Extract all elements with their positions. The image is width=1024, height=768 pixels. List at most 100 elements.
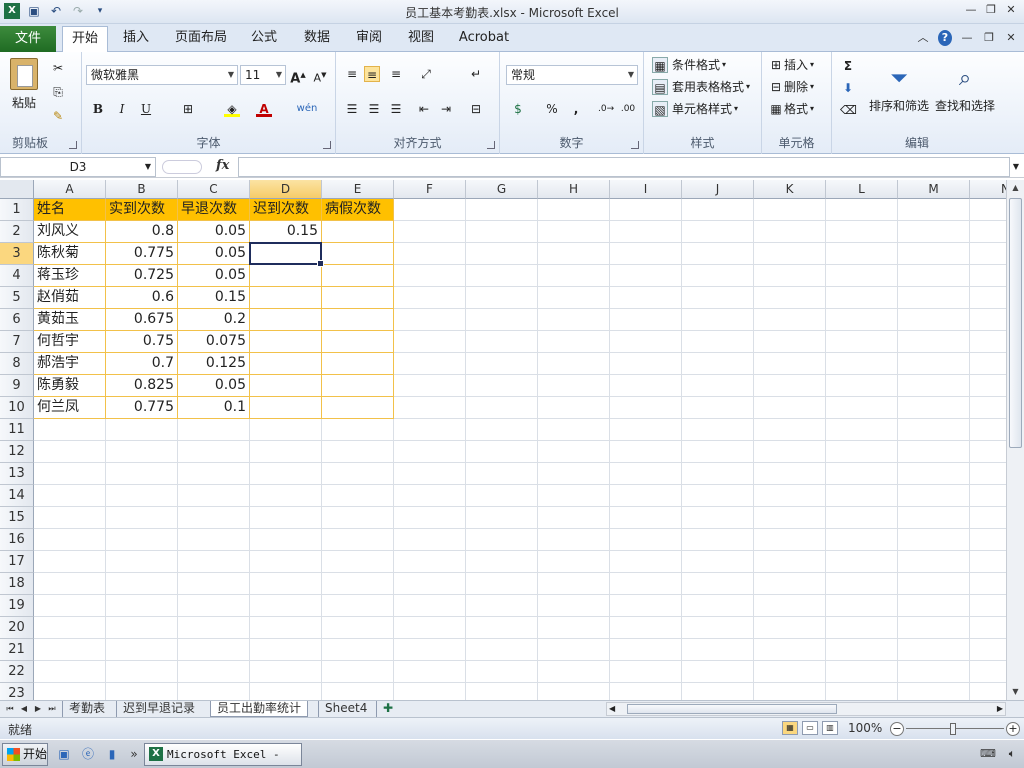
cell-K11[interactable] bbox=[754, 419, 826, 441]
page-break-view-icon[interactable]: ▥ bbox=[822, 721, 838, 735]
cell-L15[interactable] bbox=[826, 507, 898, 529]
cell-J19[interactable] bbox=[682, 595, 754, 617]
cell-C5[interactable]: 0.15 bbox=[178, 287, 250, 309]
column-header[interactable]: M bbox=[898, 180, 970, 199]
cell-G6[interactable] bbox=[466, 309, 538, 331]
row-header[interactable]: 19 bbox=[0, 595, 34, 617]
cell-L21[interactable] bbox=[826, 639, 898, 661]
cell-E4[interactable] bbox=[322, 265, 394, 287]
workbook-restore-icon[interactable]: ❐ bbox=[982, 30, 996, 46]
cell-K19[interactable] bbox=[754, 595, 826, 617]
tab-page-layout[interactable]: 页面布局 bbox=[170, 26, 232, 52]
cell-B21[interactable] bbox=[106, 639, 178, 661]
cell-H7[interactable] bbox=[538, 331, 610, 353]
cell-H17[interactable] bbox=[538, 551, 610, 573]
sheet-tab-active[interactable]: 员工出勤率统计 bbox=[210, 701, 309, 717]
scroll-right-icon[interactable]: ▶ bbox=[997, 703, 1003, 715]
cell-H21[interactable] bbox=[538, 639, 610, 661]
cell-B17[interactable] bbox=[106, 551, 178, 573]
cell-I11[interactable] bbox=[610, 419, 682, 441]
cell-G5[interactable] bbox=[466, 287, 538, 309]
row-header[interactable]: 1 bbox=[0, 199, 34, 221]
cell-F7[interactable] bbox=[394, 331, 466, 353]
cell-K15[interactable] bbox=[754, 507, 826, 529]
row-header[interactable]: 3 bbox=[0, 243, 34, 265]
cell-B13[interactable] bbox=[106, 463, 178, 485]
cell-L14[interactable] bbox=[826, 485, 898, 507]
autosum-button[interactable]: Σ bbox=[840, 58, 856, 74]
cell-H11[interactable] bbox=[538, 419, 610, 441]
alignment-launcher-icon[interactable] bbox=[487, 141, 495, 149]
number-launcher-icon[interactable] bbox=[631, 141, 639, 149]
cell-E21[interactable] bbox=[322, 639, 394, 661]
cell-E1[interactable]: 病假次数 bbox=[322, 199, 394, 221]
cell-G21[interactable] bbox=[466, 639, 538, 661]
cell-D3[interactable] bbox=[250, 243, 322, 265]
cell-A3[interactable]: 陈秋菊 bbox=[34, 243, 106, 265]
cell-N1[interactable] bbox=[970, 199, 1006, 221]
cell-H22[interactable] bbox=[538, 661, 610, 683]
cell-B22[interactable] bbox=[106, 661, 178, 683]
row-header[interactable]: 8 bbox=[0, 353, 34, 375]
tab-review[interactable]: 审阅 bbox=[348, 26, 390, 52]
cell-E7[interactable] bbox=[322, 331, 394, 353]
cell-H8[interactable] bbox=[538, 353, 610, 375]
cell-E5[interactable] bbox=[322, 287, 394, 309]
cell-F2[interactable] bbox=[394, 221, 466, 243]
cell-B10[interactable]: 0.775 bbox=[106, 397, 178, 419]
cell-B5[interactable]: 0.6 bbox=[106, 287, 178, 309]
cell-M21[interactable] bbox=[898, 639, 970, 661]
cell-F10[interactable] bbox=[394, 397, 466, 419]
number-format-dropdown[interactable]: 常规 ▼ bbox=[506, 65, 638, 85]
cell-J12[interactable] bbox=[682, 441, 754, 463]
cell-K13[interactable] bbox=[754, 463, 826, 485]
cell-D23[interactable] bbox=[250, 683, 322, 700]
vertical-scroll-thumb[interactable] bbox=[1009, 198, 1022, 448]
cell-A16[interactable] bbox=[34, 529, 106, 551]
cell-M16[interactable] bbox=[898, 529, 970, 551]
cell-A13[interactable] bbox=[34, 463, 106, 485]
cell-C4[interactable]: 0.05 bbox=[178, 265, 250, 287]
cell-N6[interactable] bbox=[970, 309, 1006, 331]
cell-J9[interactable] bbox=[682, 375, 754, 397]
cell-H16[interactable] bbox=[538, 529, 610, 551]
cell-B11[interactable] bbox=[106, 419, 178, 441]
cell-C17[interactable] bbox=[178, 551, 250, 573]
formula-input[interactable] bbox=[238, 157, 1010, 177]
cell-B20[interactable] bbox=[106, 617, 178, 639]
cell-L19[interactable] bbox=[826, 595, 898, 617]
cell-L18[interactable] bbox=[826, 573, 898, 595]
cell-N16[interactable] bbox=[970, 529, 1006, 551]
cell-C15[interactable] bbox=[178, 507, 250, 529]
cell-G11[interactable] bbox=[466, 419, 538, 441]
align-left-icon[interactable]: ☰ bbox=[344, 101, 360, 117]
row-header[interactable]: 6 bbox=[0, 309, 34, 331]
cell-N17[interactable] bbox=[970, 551, 1006, 573]
cell-F17[interactable] bbox=[394, 551, 466, 573]
row-header[interactable]: 23 bbox=[0, 683, 34, 700]
cell-A21[interactable] bbox=[34, 639, 106, 661]
horizontal-scroll-thumb[interactable] bbox=[627, 704, 837, 714]
row-header[interactable]: 17 bbox=[0, 551, 34, 573]
paste-button[interactable]: 粘贴 bbox=[6, 56, 42, 112]
cell-L20[interactable] bbox=[826, 617, 898, 639]
cell-B7[interactable]: 0.75 bbox=[106, 331, 178, 353]
accounting-format-icon[interactable]: $ bbox=[510, 101, 526, 117]
select-all-button[interactable] bbox=[0, 180, 34, 199]
font-color-button[interactable]: A bbox=[256, 101, 272, 117]
cell-M12[interactable] bbox=[898, 441, 970, 463]
row-header[interactable]: 10 bbox=[0, 397, 34, 419]
decrease-indent-icon[interactable]: ⇤ bbox=[416, 101, 432, 117]
start-button[interactable]: 开始 bbox=[2, 743, 48, 766]
cell-I3[interactable] bbox=[610, 243, 682, 265]
cell-L13[interactable] bbox=[826, 463, 898, 485]
grow-font-icon[interactable]: A▲ bbox=[290, 67, 306, 86]
cell-L3[interactable] bbox=[826, 243, 898, 265]
cell-C13[interactable] bbox=[178, 463, 250, 485]
cell-G23[interactable] bbox=[466, 683, 538, 700]
minimize-icon[interactable]: — bbox=[964, 2, 978, 18]
column-header[interactable]: D bbox=[250, 180, 322, 199]
cell-D4[interactable] bbox=[250, 265, 322, 287]
cell-M9[interactable] bbox=[898, 375, 970, 397]
cell-F8[interactable] bbox=[394, 353, 466, 375]
